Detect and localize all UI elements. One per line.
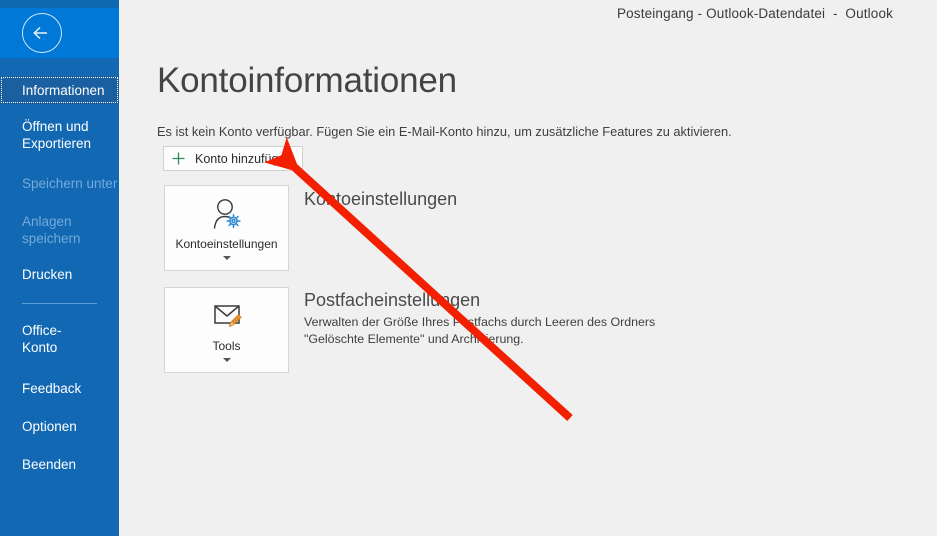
sidebar-item-office-konto[interactable]: Office- Konto — [0, 322, 119, 356]
sidebar-item-drucken[interactable]: Drucken — [0, 265, 119, 283]
sidebar-item-label: Beenden — [22, 456, 77, 472]
sidebar-item-speichern-unter: Speichern unter — [0, 174, 119, 192]
sidebar-item-feedback[interactable]: Feedback — [0, 379, 119, 397]
sidebar-item-label: Optionen — [22, 418, 77, 434]
mailbox-settings-description: Verwalten der Größe Ihres Postfachs durc… — [304, 315, 656, 346]
sidebar-item-optionen[interactable]: Optionen — [0, 417, 119, 435]
chevron-down-icon[interactable] — [222, 256, 231, 260]
sidebar-item-label: Speichern unter — [22, 175, 118, 191]
sidebar-item-label: Drucken — [22, 266, 73, 282]
add-account-button[interactable]: Konto hinzufügen — [163, 146, 304, 171]
sidebar-item-label: Office- Konto — [22, 323, 62, 355]
sidebar-item-beenden[interactable]: Beenden — [0, 455, 119, 473]
sidebar-item-informationen[interactable]: Informationen — [0, 76, 119, 104]
plus-icon — [171, 151, 186, 166]
account-settings-heading: Kontoeinstellungen — [304, 189, 458, 209]
outlook-backstage-screen: Posteingang - Outlook-Datendatei - Outlo… — [0, 0, 937, 536]
sidebar-item-label: Informationen — [22, 82, 105, 98]
tile-label: Tools — [212, 339, 241, 353]
sidebar-item-label: Feedback — [22, 380, 82, 396]
back-arrow-icon — [23, 14, 61, 52]
mailbox-settings-heading: Postfacheinstellungen — [304, 290, 481, 310]
sidebar-item-anlagen-speichern: Anlagen speichern — [0, 213, 119, 247]
sidebar-item-label: Anlagen speichern — [22, 214, 81, 246]
backstage-content: Kontoinformationen Es ist kein Konto ver… — [119, 0, 937, 536]
back-button[interactable] — [22, 13, 62, 53]
account-description: Es ist kein Konto verfügbar. Fügen Sie e… — [157, 124, 732, 139]
sidebar-item-oeffnen-und-exportieren[interactable]: Öffnen und Exportieren — [0, 118, 119, 152]
envelope-broom-icon — [207, 299, 247, 335]
backstage-sidebar: Informationen Öffnen und Exportieren Spei… — [0, 0, 119, 536]
sidebar-item-label: Öffnen und Exportieren — [22, 119, 92, 151]
add-account-label: Konto hinzufügen — [195, 151, 293, 166]
account-settings-tile[interactable]: Kontoeinstellungen — [164, 185, 289, 271]
person-gear-icon — [207, 197, 247, 233]
chevron-down-icon[interactable] — [222, 358, 231, 362]
page-title: Kontoinformationen — [157, 61, 457, 100]
sidebar-divider — [22, 303, 97, 304]
mailbox-tools-tile[interactable]: Tools — [164, 287, 289, 373]
sidebar-top-band — [0, 0, 119, 8]
tile-label: Kontoeinstellungen — [175, 237, 278, 251]
